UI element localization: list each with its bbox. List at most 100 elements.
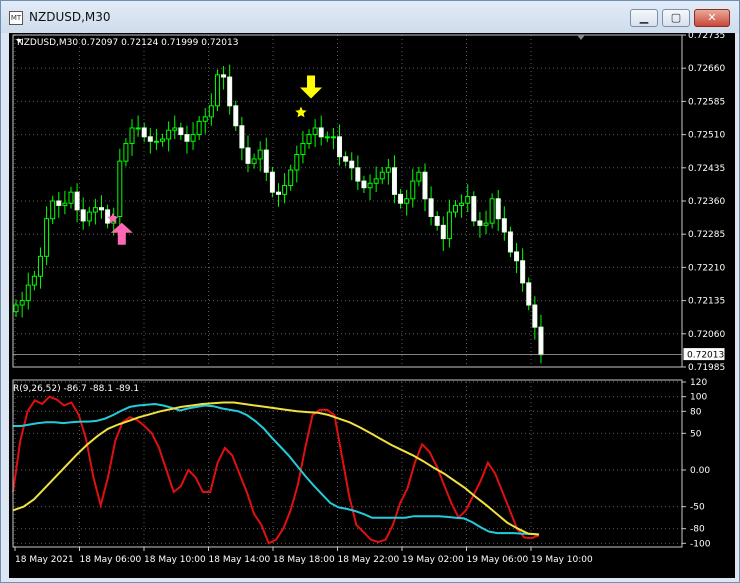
- candle-bull: [300, 142, 306, 156]
- price-tick-label: 0.72060: [688, 330, 725, 340]
- price-pane-header: NZDUSD,M30 0.72097 0.72124 0.71999 0.720…: [17, 38, 238, 48]
- minimize-button[interactable]: ▁: [630, 9, 658, 27]
- osc-tick-label: 100: [690, 393, 707, 403]
- window-title: NZDUSD,M30: [29, 10, 111, 24]
- sell-star-icon: [295, 106, 307, 118]
- candle-bull: [153, 140, 159, 143]
- candle-bear: [428, 198, 434, 217]
- price-tick-label: 0.72735: [688, 33, 725, 41]
- candle-bull: [208, 105, 214, 118]
- candle-bear: [507, 231, 513, 253]
- candle-bull: [44, 218, 50, 257]
- candle-bear: [221, 74, 227, 78]
- chart-area[interactable]: 0.72735 0.72660 0.72585 0.72510 0.72435 0.723…: [9, 31, 735, 578]
- candle-bull: [25, 284, 31, 302]
- candle-bull: [129, 127, 135, 144]
- candle-bear: [538, 326, 544, 356]
- candle-bull: [123, 142, 129, 162]
- price-tick-label: 0.72210: [688, 263, 725, 273]
- candle-bear: [337, 136, 343, 158]
- candle-bear: [276, 191, 281, 195]
- grid: [13, 34, 682, 547]
- candle-bull: [202, 116, 208, 122]
- time-tick-label: 19 May 02:00: [402, 555, 464, 565]
- candle-bear: [184, 134, 190, 142]
- candle-bear: [56, 200, 62, 206]
- candle-bear: [532, 304, 538, 328]
- candle-bear: [422, 171, 428, 200]
- candle-bull: [172, 127, 178, 131]
- sell-arrow-icon: [300, 75, 323, 99]
- oscillator-header: R(9,26,52) -86.7 -88.1 -89.1: [13, 384, 139, 394]
- time-tick-label: 18 May 18:00: [273, 555, 335, 565]
- candle-bull: [37, 255, 43, 277]
- candle-bull: [166, 129, 172, 140]
- candle-bear: [477, 220, 483, 226]
- price-tick-label: 0.71985: [688, 363, 725, 373]
- candle-bear: [105, 209, 111, 224]
- osc-tick-label: 80: [690, 407, 702, 417]
- candle-bull: [453, 204, 458, 213]
- candle-bear: [99, 207, 104, 211]
- candle-bull: [86, 211, 92, 222]
- candle-bull: [50, 200, 56, 220]
- candle-bull: [288, 169, 294, 187]
- candle-bull: [160, 138, 166, 142]
- signal-markers: [107, 75, 323, 245]
- time-tick-label: 18 May 2021: [15, 555, 74, 565]
- candle-bull: [373, 178, 379, 184]
- candle-bear: [495, 198, 501, 220]
- app-icon: MT: [9, 11, 23, 25]
- price-tick-label: 0.72585: [688, 97, 725, 107]
- price-tick-label: 0.72135: [688, 297, 725, 307]
- candle-bear: [245, 147, 251, 164]
- candle-bull: [196, 120, 202, 136]
- candle-bull: [257, 149, 263, 160]
- candle-bear: [233, 105, 239, 127]
- candle-bear: [526, 282, 532, 306]
- osc-tick-label: 120: [690, 378, 707, 388]
- candle-bull: [62, 202, 68, 206]
- candle-bull: [13, 304, 19, 313]
- candle-bull: [489, 198, 495, 224]
- current-price-label: 0.72013: [687, 351, 724, 361]
- osc-tick-label: -100: [690, 539, 711, 549]
- maximize-icon: ▢: [670, 11, 682, 24]
- chart-canvas[interactable]: 0.72735 0.72660 0.72585 0.72510 0.72435 0.723…: [9, 31, 735, 578]
- candle-bear: [269, 171, 275, 193]
- candle-bull: [446, 211, 452, 240]
- close-button[interactable]: ✕: [694, 9, 730, 27]
- candle-bear: [343, 156, 349, 162]
- price-tick-label: 0.72660: [688, 64, 725, 74]
- candle-bull: [214, 74, 220, 107]
- candle-bull: [117, 160, 123, 217]
- candle-bear: [147, 136, 153, 142]
- candle-bear: [398, 193, 404, 204]
- candle-bull: [251, 158, 257, 164]
- osc-tick-label: 50: [690, 429, 702, 439]
- candle-bull: [459, 202, 465, 206]
- price-tick-label: 0.72435: [688, 164, 725, 174]
- candle-bull: [19, 300, 25, 306]
- candle-bear: [361, 180, 367, 189]
- terminal-window: MT NZDUSD,M30 ▁ ▢ ✕ 0.72735 0.72660 0.7258…: [0, 0, 740, 583]
- candle-bear: [80, 209, 86, 222]
- time-tick-label: 18 May 10:00: [144, 555, 206, 565]
- oscillator-lines: [12, 395, 540, 545]
- osc-tick-label: -50: [690, 503, 705, 513]
- price-tick-label: 0.72360: [688, 197, 725, 207]
- title-bar[interactable]: MT NZDUSD,M30 ▁ ▢ ✕: [1, 1, 739, 33]
- osc-tick-label: -80: [690, 525, 705, 535]
- price-tick-label: 0.72510: [688, 131, 725, 141]
- maximize-button[interactable]: ▢: [662, 9, 690, 27]
- time-tick-label: 19 May 10:00: [531, 555, 593, 565]
- candle-bull: [379, 171, 385, 180]
- candle-bear: [391, 167, 397, 195]
- candle-bear: [355, 167, 361, 182]
- candle-bull: [135, 127, 141, 130]
- oscillator-line-0: [12, 395, 540, 545]
- candle-bear: [471, 196, 477, 222]
- candle-bear: [501, 218, 507, 233]
- shift-marker-icon: [577, 35, 585, 40]
- candle-bull: [294, 154, 300, 171]
